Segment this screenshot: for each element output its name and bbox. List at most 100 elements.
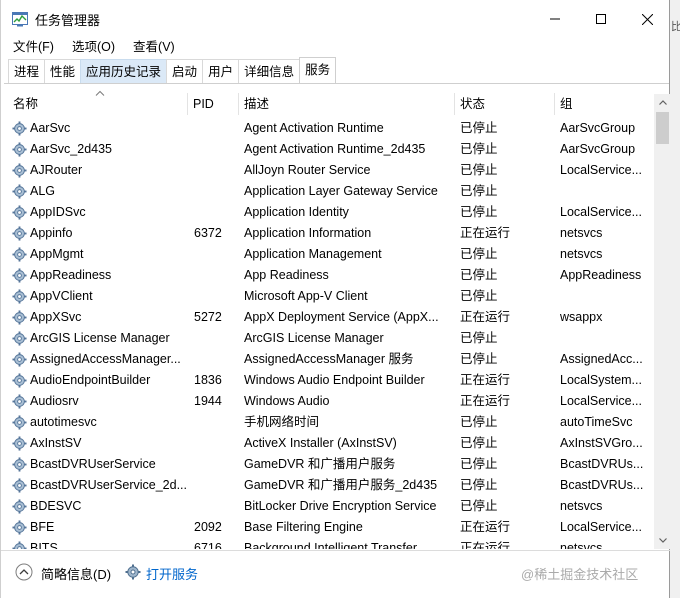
gear-icon bbox=[12, 142, 27, 157]
service-description: App Readiness bbox=[244, 268, 329, 282]
column-header: 名称 PID 描述 状态 组 bbox=[8, 90, 654, 115]
table-row[interactable]: BDESVC BitLocker Drive Encryption Service… bbox=[8, 496, 654, 517]
menu-options[interactable]: 选项(O) bbox=[60, 37, 121, 57]
menu-view[interactable]: 查看(V) bbox=[121, 37, 181, 57]
service-description: Windows Audio bbox=[244, 394, 330, 408]
tab-performance[interactable]: 性能 bbox=[44, 59, 82, 83]
minimize-icon bbox=[550, 18, 560, 20]
service-group: LocalService... bbox=[560, 394, 642, 408]
gear-icon bbox=[12, 247, 27, 262]
table-row[interactable]: ALG Application Layer Gateway Service 已停止 bbox=[8, 181, 654, 202]
table-row[interactable]: Appinfo 6372 Application Information 正在运行 ne… bbox=[8, 223, 654, 244]
table-row[interactable]: BITS 6716 Background Intelligent Transfer.… bbox=[8, 538, 654, 549]
service-group: BcastDVRUs... bbox=[560, 457, 644, 471]
service-name: ArcGIS License Manager bbox=[30, 331, 170, 345]
column-group-header[interactable]: 组 bbox=[555, 93, 654, 115]
service-name: AarSvc_2d435 bbox=[30, 142, 113, 156]
service-description: Application Layer Gateway Service bbox=[244, 184, 438, 198]
service-description: Application Management bbox=[244, 247, 382, 261]
table-row[interactable]: AppVClient Microsoft App-V Client 已停止 bbox=[8, 286, 654, 307]
gear-icon bbox=[12, 310, 27, 325]
scroll-down-button[interactable] bbox=[654, 532, 671, 549]
minimize-button[interactable] bbox=[532, 0, 578, 38]
service-group: AarSvcGroup bbox=[560, 142, 636, 156]
table-row[interactable]: AppMgmt Application Management 已停止 netsvcs bbox=[8, 244, 654, 265]
table-row[interactable]: AJRouter AllJoyn Router Service 已停止 LocalSe… bbox=[8, 160, 654, 181]
service-group: netsvcs bbox=[560, 499, 603, 513]
service-pid: 1836 bbox=[194, 373, 222, 387]
vertical-scrollbar[interactable] bbox=[654, 94, 671, 549]
gear-icon bbox=[12, 541, 27, 549]
service-pid bbox=[194, 244, 242, 265]
gear-icon bbox=[125, 564, 141, 580]
table-row[interactable]: Audiosrv 1944 Windows Audio 正在运行 LocalServic… bbox=[8, 391, 654, 412]
chevron-down-icon bbox=[658, 538, 667, 543]
title-bar[interactable]: 任务管理器 bbox=[1, 0, 670, 38]
column-name-header[interactable]: 名称 bbox=[8, 93, 188, 115]
service-status: 已停止 bbox=[460, 478, 498, 492]
service-name: AarSvc bbox=[30, 121, 71, 135]
service-description: ActiveX Installer (AxInstSV) bbox=[244, 436, 397, 450]
service-status: 已停止 bbox=[460, 121, 498, 135]
service-pid bbox=[194, 139, 242, 160]
tab-app-history[interactable]: 应用历史记录 bbox=[80, 59, 168, 83]
open-services-link[interactable]: 打开服务 bbox=[146, 564, 198, 583]
close-button[interactable] bbox=[624, 0, 670, 38]
service-group: LocalService... bbox=[560, 205, 642, 219]
service-pid bbox=[194, 454, 242, 475]
service-status: 已停止 bbox=[460, 331, 498, 345]
gear-icon bbox=[12, 394, 27, 409]
service-group: AssignedAcc... bbox=[560, 352, 643, 366]
maximize-button[interactable] bbox=[578, 0, 624, 38]
table-row[interactable]: ArcGIS License Manager ArcGIS License Man… bbox=[8, 328, 654, 349]
table-row[interactable]: BFE 2092 Base Filtering Engine 正在运行 LocalSer… bbox=[8, 517, 654, 538]
column-status-header[interactable]: 状态 bbox=[455, 93, 555, 115]
service-description: BitLocker Drive Encryption Service bbox=[244, 499, 437, 513]
table-row[interactable]: BcastDVRUserService GameDVR 和广播用户服务 已停止 Bca… bbox=[8, 454, 654, 475]
footer: 简略信息(D) 打开服务 @稀土掘金技术社区 bbox=[1, 551, 670, 598]
service-name: AJRouter bbox=[30, 163, 83, 177]
service-name: Audiosrv bbox=[30, 394, 79, 408]
gear-icon bbox=[12, 478, 27, 493]
gear-icon bbox=[12, 520, 27, 535]
service-group: LocalService... bbox=[560, 520, 642, 534]
service-pid: 6716 bbox=[194, 541, 222, 549]
service-name: BcastDVRUserService bbox=[30, 457, 156, 471]
tab-users[interactable]: 用户 bbox=[202, 59, 240, 83]
background-window-text: 比 bbox=[671, 21, 680, 33]
menu-file[interactable]: 文件(F) bbox=[1, 37, 60, 57]
table-row[interactable]: AxInstSV ActiveX Installer (AxInstSV) 已停止 A… bbox=[8, 433, 654, 454]
table-row[interactable]: AppXSvc 5272 AppX Deployment Service (AppX… bbox=[8, 307, 654, 328]
tab-processes[interactable]: 进程 bbox=[8, 59, 46, 83]
service-group bbox=[560, 328, 654, 349]
service-name: BDESVC bbox=[30, 499, 82, 513]
column-description-header[interactable]: 描述 bbox=[239, 93, 455, 115]
table-row[interactable]: AudioEndpointBuilder 1836 Windows Audio En… bbox=[8, 370, 654, 391]
column-pid-header[interactable]: PID bbox=[188, 93, 239, 115]
task-manager-window: 任务管理器 文件(F) 选项(O) 查看(V) 进程 性能 应用历史记录 启动 … bbox=[0, 0, 671, 598]
service-status: 已停止 bbox=[460, 163, 498, 177]
fewer-details-button[interactable]: 简略信息(D) bbox=[41, 564, 111, 583]
table-row[interactable]: autotimesvc 手机网络时间 已停止 autoTimeSvc bbox=[8, 412, 654, 433]
tab-details[interactable]: 详细信息 bbox=[238, 59, 301, 83]
gear-icon bbox=[12, 331, 27, 346]
service-description: Base Filtering Engine bbox=[244, 520, 363, 534]
table-row[interactable]: AssignedAccessManager... AssignedAccessMa… bbox=[8, 349, 654, 370]
tab-startup[interactable]: 启动 bbox=[166, 59, 204, 83]
table-row[interactable]: BcastDVRUserService_2d... GameDVR 和广播用户服务… bbox=[8, 475, 654, 496]
service-description: Microsoft App-V Client bbox=[244, 289, 368, 303]
service-description: Agent Activation Runtime_2d435 bbox=[244, 142, 426, 156]
tab-services[interactable]: 服务 bbox=[299, 57, 337, 83]
table-row[interactable]: AppIDSvc Application Identity 已停止 LocalServ… bbox=[8, 202, 654, 223]
maximize-icon bbox=[596, 14, 606, 24]
scroll-up-button[interactable] bbox=[654, 94, 671, 111]
service-pid bbox=[194, 328, 242, 349]
chevron-up-circle-icon[interactable] bbox=[15, 563, 33, 581]
table-row[interactable]: AarSvc Agent Activation Runtime 已停止 AarSvcG… bbox=[8, 118, 654, 139]
service-group: AppReadiness bbox=[560, 268, 642, 282]
table-row[interactable]: AppReadiness App Readiness 已停止 AppReadiness bbox=[8, 265, 654, 286]
services-list: AarSvc Agent Activation Runtime 已停止 AarSvcG… bbox=[8, 118, 654, 549]
scroll-thumb[interactable] bbox=[656, 112, 669, 144]
table-row[interactable]: AarSvc_2d435 Agent Activation Runtime_2d4… bbox=[8, 139, 654, 160]
gear-icon bbox=[12, 289, 27, 304]
